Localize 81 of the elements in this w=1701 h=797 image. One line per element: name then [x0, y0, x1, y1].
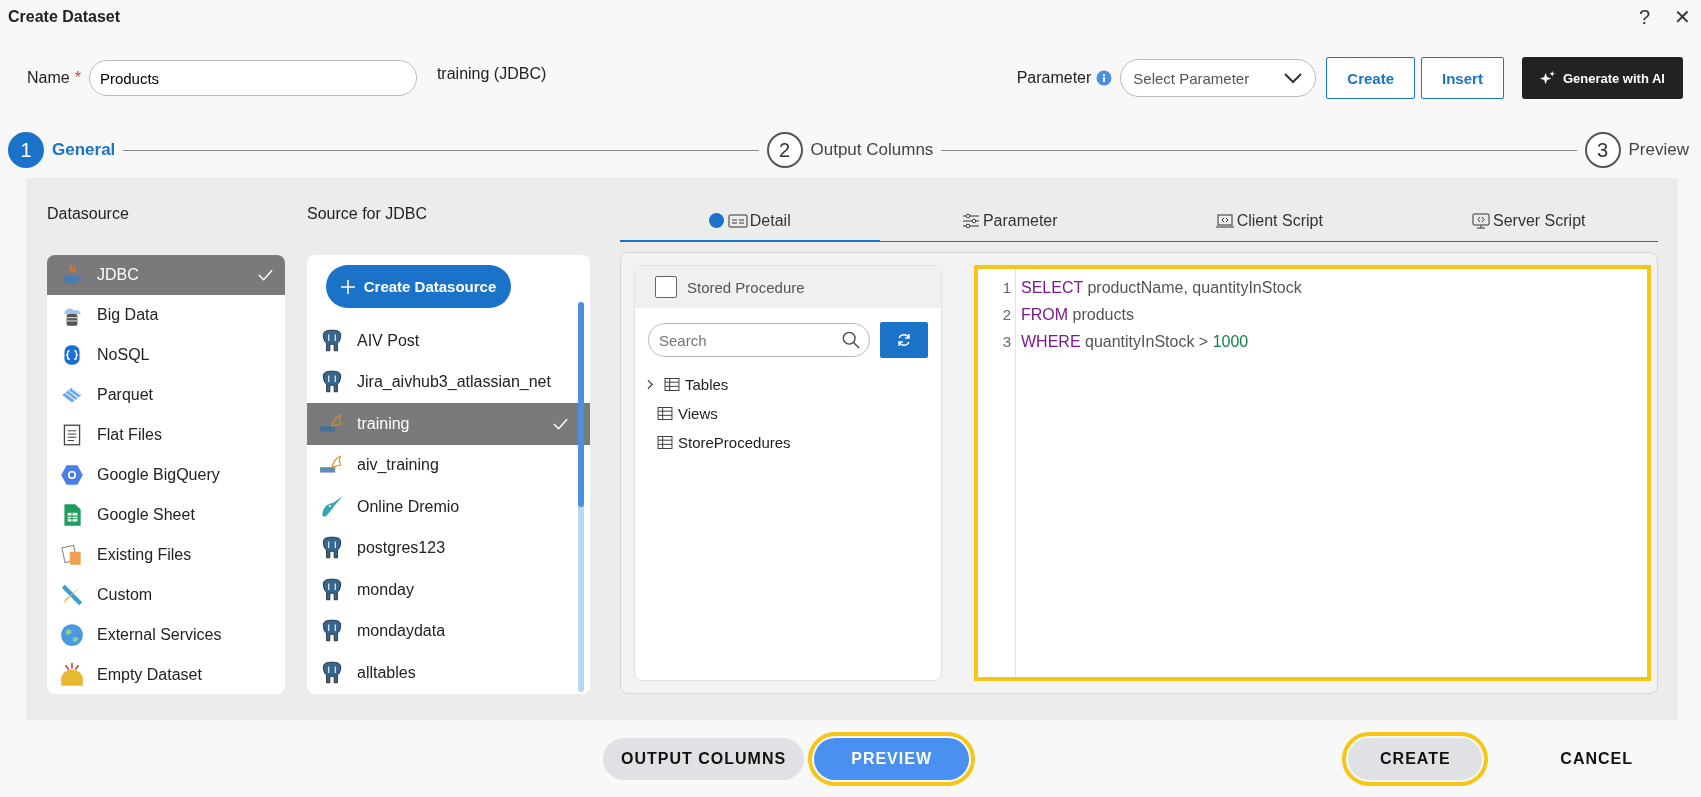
tree-item[interactable]: Views [678, 405, 718, 422]
toolbar-button[interactable]: Insert [1421, 57, 1504, 99]
table-icon [657, 436, 673, 449]
window-title: Create Dataset [8, 8, 121, 26]
tree-item[interactable]: Tables [685, 376, 729, 393]
source-heading: Source for JDBC [307, 205, 429, 224]
parameter-select[interactable]: Select Parameter [1120, 59, 1317, 97]
hexagon-icon [59, 462, 85, 488]
parameter-label: Parameter [1016, 69, 1092, 87]
datasource-item[interactable]: Google BigQuery [47, 455, 285, 495]
name-field[interactable]: Products [88, 60, 417, 96]
create-datasource-button[interactable]: Create Datasource [326, 265, 511, 308]
code-line: WHERE quantityInStock > 1000 [1021, 332, 1250, 352]
source-item[interactable]: alltables [307, 652, 590, 694]
globe-icon [59, 622, 85, 648]
tab[interactable]: Parameter [879, 201, 1139, 241]
datasource-item[interactable]: NoSQL [47, 335, 285, 375]
tab[interactable]: Server Script [1398, 201, 1658, 241]
datasource-heading: Datasource [47, 205, 130, 224]
source-item[interactable]: training [307, 403, 590, 445]
source-item[interactable]: monday [307, 569, 590, 611]
step-tab[interactable]: 2 Output Columns [766, 132, 934, 168]
name-label: Name [27, 69, 70, 87]
source-item[interactable]: Jira_aivhub3_atlassian_net [307, 361, 590, 403]
line-number: 2 [1002, 305, 1011, 325]
datasource-item[interactable]: Flat Files [47, 415, 285, 455]
datasource-item[interactable]: Big Data [47, 295, 285, 335]
monitor-code-icon [1471, 213, 1491, 229]
search-field[interactable]: Search [648, 323, 870, 357]
datasource-item[interactable]: JDBC [47, 255, 285, 295]
tab[interactable]: Client Script [1139, 201, 1399, 241]
active-dot-icon [708, 213, 724, 228]
tab[interactable]: Detail [620, 201, 880, 242]
source-item[interactable]: mondaydata [307, 610, 590, 652]
datasource-item[interactable]: Empty Dataset [47, 655, 285, 694]
line-number: 1 [1002, 278, 1011, 298]
datasource-item[interactable]: Existing Files [47, 535, 285, 575]
code-editor[interactable]: 1 2 3 SELECT productName, quantityInStock FROM products WHERE quantityInStock > 1000 [974, 265, 1651, 681]
step-tab[interactable]: 1 General [8, 132, 116, 168]
line-number: 3 [1002, 332, 1011, 352]
code-line: FROM products [1021, 305, 1135, 325]
refresh-icon [896, 332, 912, 348]
source-item[interactable]: Online Dremio [307, 486, 590, 528]
scrollbar[interactable] [578, 302, 584, 507]
code-line: SELECT productName, quantityInStock [1021, 278, 1302, 298]
dome-icon [59, 662, 85, 688]
info-icon [1096, 70, 1113, 86]
footer-button[interactable]: OUTPUT COLUMNS [603, 737, 805, 780]
datasource-item[interactable]: External Services [47, 615, 285, 655]
narwhal-icon [319, 493, 345, 520]
datasource-item[interactable]: Custom [47, 575, 285, 615]
laptop-code-icon [1214, 213, 1235, 229]
table-icon [657, 407, 673, 420]
footer-button[interactable]: CANCEL [1542, 737, 1651, 780]
source-item[interactable]: AIV Post [307, 320, 590, 362]
step-tab[interactable]: 3 Preview [1584, 132, 1689, 168]
tools-icon [59, 582, 85, 608]
datasource-item[interactable]: Parquet [47, 375, 285, 415]
datasource-item[interactable]: Google Sheet [47, 495, 285, 535]
check-icon [553, 417, 568, 430]
chevron-down-icon [1283, 72, 1304, 84]
checkbox[interactable] [655, 276, 677, 298]
source-item[interactable]: postgres123 [307, 527, 590, 569]
toolbar-button[interactable]: Create [1326, 57, 1416, 99]
close-button[interactable]: ✕ [1670, 5, 1695, 29]
help-button[interactable]: ? [1634, 5, 1654, 29]
search-icon [842, 331, 860, 349]
plus-icon [340, 279, 355, 294]
source-label: training (JDBC) [436, 65, 547, 83]
table-icon [664, 378, 680, 391]
check-icon [258, 269, 273, 281]
tree-item[interactable]: StoreProcedures [678, 434, 791, 451]
generate-ai-button[interactable]: Generate with AI [1521, 57, 1683, 99]
required-mark: * [74, 69, 81, 87]
refresh-button[interactable] [880, 322, 928, 358]
sliders-icon [960, 213, 981, 229]
sparkle-icon [1539, 70, 1555, 86]
card-icon [727, 212, 748, 229]
stored-procedure-label: Stored Procedure [687, 278, 805, 296]
source-item[interactable]: aiv_training [307, 444, 590, 486]
chevron-icon[interactable] [647, 379, 654, 390]
